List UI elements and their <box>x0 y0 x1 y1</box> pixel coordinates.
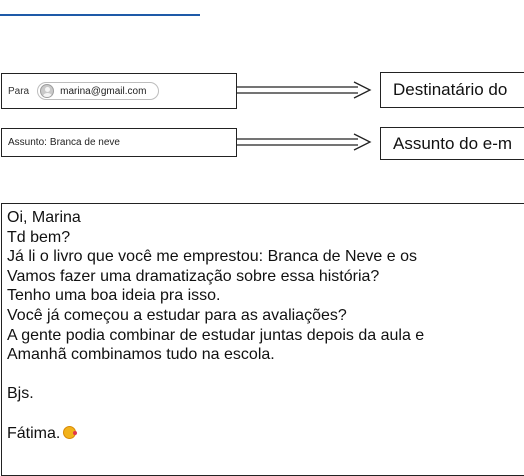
subject-field[interactable]: Assunto: Branca de neve <box>1 128 237 157</box>
message-line: Tenho uma boa ideia pra isso. <box>7 287 221 305</box>
message-line: Oi, Marina <box>7 209 81 226</box>
subject-annotation: Assunto do e-m <box>380 127 524 160</box>
message-line: Você já começou a estudar para as avalia… <box>7 306 347 324</box>
avatar-icon <box>40 84 55 98</box>
header-rule <box>0 14 200 16</box>
email-figure: Para marina@gmail.com Destinatário do As… <box>0 0 524 476</box>
recipient-email: marina@gmail.com <box>60 85 147 97</box>
message-line: Td bem? <box>7 228 71 246</box>
message-line: Vamos fazer uma dramatização sobre essa … <box>7 267 380 285</box>
to-field[interactable]: Para marina@gmail.com <box>1 73 237 109</box>
to-label: Para <box>8 85 30 97</box>
arrow-to-icon <box>236 81 372 99</box>
message-line: A gente podia combinar de estudar juntas… <box>7 326 425 344</box>
recipient-annotation: Destinatário do <box>380 72 524 108</box>
smiley-icon <box>63 425 78 439</box>
subject-label: Assunto: <box>8 137 47 148</box>
signature-text: Fátima. <box>7 424 61 442</box>
signature-line: Fátima. <box>7 424 524 444</box>
recipient-chip[interactable]: marina@gmail.com <box>37 82 160 100</box>
message-body[interactable]: Oi, Marina Td bem? Já li o livro que voc… <box>1 203 524 476</box>
message-line: Amanhã combinamos tudo na escola. <box>7 346 275 364</box>
subject-value: Branca de neve <box>49 137 120 148</box>
closing-line: Bjs. <box>7 385 34 403</box>
arrow-subject-icon <box>236 133 372 151</box>
message-line: Já li o livro que você me emprestou: Bra… <box>7 248 417 266</box>
